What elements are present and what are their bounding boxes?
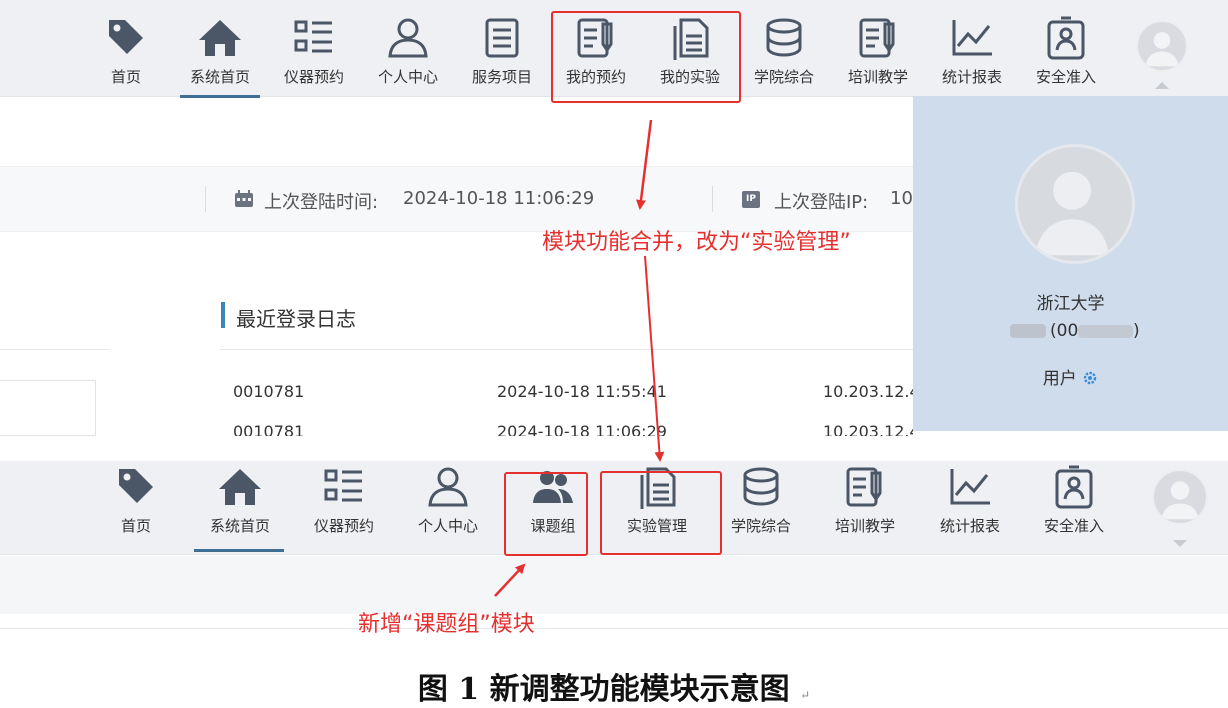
arrow-to-annotation: [636, 119, 653, 210]
arrow-to-experiment-management: [644, 255, 665, 462]
paragraph-mark: ↵: [800, 688, 811, 702]
figure-caption-text: 图 1 新调整功能模块示意图: [417, 672, 790, 707]
new-module-note: 新增“课题组”模块: [358, 612, 535, 637]
merge-note: 模块功能合并，改为“实验管理”: [542, 230, 851, 255]
arrow-to-research-group: [494, 563, 526, 597]
arrow-overlay: [494, 119, 665, 597]
figure-caption: 图 1 新调整功能模块示意图 ↵: [0, 664, 1228, 708]
